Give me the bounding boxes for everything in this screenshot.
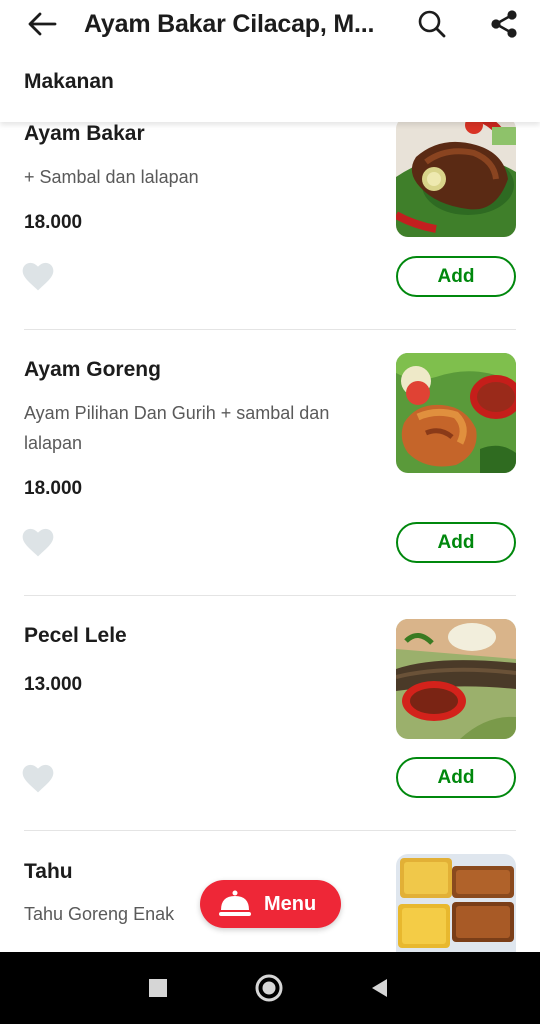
item-name: Ayam Goreng: [24, 358, 161, 381]
app-header: Ayam Bakar Cilacap, M... Makanan: [0, 0, 540, 122]
divider: [24, 329, 516, 330]
back-triangle-icon[interactable]: [362, 970, 398, 1006]
add-button[interactable]: Add: [396, 522, 516, 563]
item-price: 18.000: [24, 212, 83, 233]
restaurant-menu-screen: Ayam Bakar + Sambal dan lalapan 18.000 A…: [0, 0, 540, 1024]
item-name: Tahu: [24, 860, 73, 883]
category-heading: Makanan: [24, 70, 114, 93]
heart-icon[interactable]: [22, 528, 54, 558]
search-icon[interactable]: [414, 6, 450, 42]
item-price: 13.000: [24, 674, 83, 695]
add-button[interactable]: Add: [396, 256, 516, 297]
menu-button-label: Menu: [264, 892, 317, 915]
item-description: Ayam Pilihan Dan Gurih + sambal dan lala…: [24, 403, 330, 453]
restaurant-title: Ayam Bakar Cilacap, M...: [84, 10, 375, 38]
heart-icon[interactable]: [22, 764, 54, 794]
food-image-pecel-lele[interactable]: [396, 619, 516, 739]
home-circle-icon[interactable]: [251, 970, 287, 1006]
food-image-ayam-bakar[interactable]: [396, 117, 516, 237]
heart-icon[interactable]: [22, 262, 54, 292]
cloche-icon: [219, 890, 251, 916]
divider: [24, 830, 516, 831]
menu-button[interactable]: Menu: [200, 880, 341, 928]
share-icon[interactable]: [486, 6, 522, 42]
food-image-tahu[interactable]: [396, 854, 516, 952]
item-name: Pecel Lele: [24, 624, 127, 647]
divider: [24, 595, 516, 596]
toolbar: Ayam Bakar Cilacap, M...: [0, 0, 540, 50]
item-name: Ayam Bakar: [24, 122, 145, 145]
system-navigation-bar: [0, 952, 540, 1024]
back-arrow-icon[interactable]: [22, 8, 62, 40]
recents-square-icon[interactable]: [140, 970, 176, 1006]
food-image-ayam-goreng[interactable]: [396, 353, 516, 473]
add-button[interactable]: Add: [396, 757, 516, 798]
menu-item-list[interactable]: Ayam Bakar + Sambal dan lalapan 18.000 A…: [0, 0, 540, 952]
item-description: + Sambal dan lalapan: [24, 167, 199, 187]
item-price: 18.000: [24, 478, 83, 499]
